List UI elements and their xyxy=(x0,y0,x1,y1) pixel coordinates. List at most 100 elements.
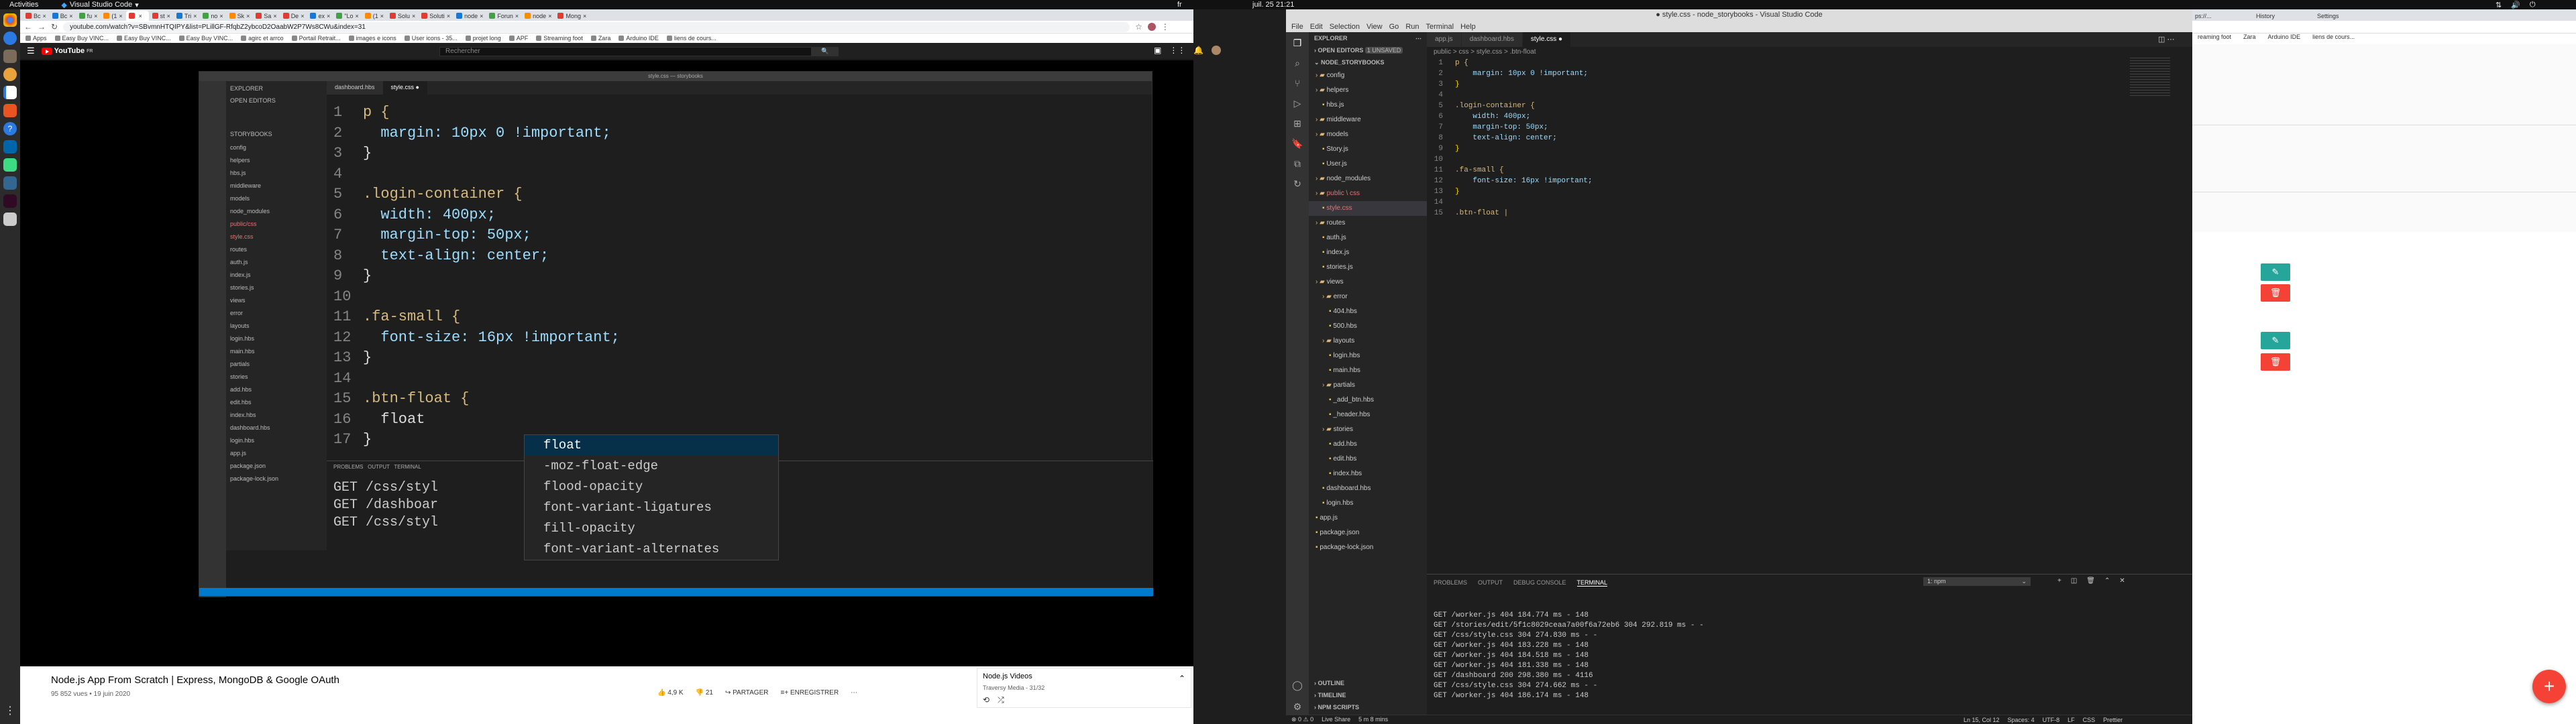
chrome-tab[interactable]: node × xyxy=(453,11,486,21)
autocomplete-item[interactable]: fill-opacity xyxy=(525,518,778,539)
status-item[interactable]: LF xyxy=(2068,717,2075,723)
files-icon[interactable] xyxy=(3,50,17,63)
open-editors-section[interactable]: › OPEN EDITORS 1 UNSAVED xyxy=(1309,44,1427,56)
url-bar[interactable]: youtube.com/watch?v=SBvmnHTQIPY&list=PLi… xyxy=(63,21,1130,32)
video-player[interactable]: style.css — storybooks EXPLORER OPEN EDIT… xyxy=(20,60,1193,666)
tree-file[interactable]: ▪ login.hbs xyxy=(1309,349,1427,363)
bookmark-item[interactable]: Streaming foot xyxy=(536,35,583,42)
tree-file[interactable]: ▪ auth.js xyxy=(1309,231,1427,245)
chrome-tab[interactable]: Solu × xyxy=(387,11,419,21)
autocomplete-item[interactable]: font-variant-alternates xyxy=(525,539,778,560)
bookmark-item[interactable]: projet long xyxy=(466,35,501,42)
bookmark-item[interactable]: Arduino IDE xyxy=(2268,34,2301,43)
playlist-collapse-icon[interactable]: ⌃ xyxy=(1179,674,1185,683)
project-section[interactable]: ⌄ NODE_STORYBOOKS xyxy=(1309,56,1427,68)
tree-file[interactable]: ▪ style.css xyxy=(1309,201,1427,216)
status-item[interactable]: UTF-8 xyxy=(2043,717,2060,723)
kill-terminal-icon[interactable]: 🗑 xyxy=(2086,577,2095,585)
search-icon[interactable]: ⌕ xyxy=(1291,58,1303,68)
chrome-tab[interactable]: node × xyxy=(522,11,555,21)
chrome-icon[interactable] xyxy=(3,13,17,27)
chrome-tab[interactable]: Sk × xyxy=(226,11,253,21)
edit-story-button[interactable]: ✎ xyxy=(2261,332,2290,349)
back-icon[interactable]: ← xyxy=(24,22,32,32)
postgres-icon[interactable] xyxy=(3,176,17,190)
tab-close-icon[interactable]: × xyxy=(43,13,46,19)
like-button[interactable]: 👍 4,9 K xyxy=(657,689,684,697)
bookmark-item[interactable]: Easy Buy VINC... xyxy=(117,35,171,42)
youtube-search-button[interactable]: 🔍 xyxy=(812,47,839,56)
apps-grid-icon[interactable]: ⋮⋮ xyxy=(1169,46,1185,55)
playlist-panel[interactable]: Node.js Videos Traversy Media - 31/32 ⌃ … xyxy=(977,668,1191,708)
tree-folder[interactable]: › ▰ config xyxy=(1309,68,1427,83)
chrome-tab[interactable]: Mong × xyxy=(555,11,590,21)
tab-close-icon[interactable]: × xyxy=(355,13,358,19)
yt-avatar[interactable] xyxy=(1212,46,1222,55)
menu-view[interactable]: View xyxy=(1366,23,1383,31)
chrome-tab[interactable]: "Lo × xyxy=(333,11,362,21)
chrome-tab[interactable]: Bc × xyxy=(23,11,49,21)
tab-close-icon[interactable]: × xyxy=(193,13,197,19)
panel-tab[interactable]: TERMINAL xyxy=(1576,579,1608,587)
bookmark-item[interactable]: User icons - 35... xyxy=(405,35,458,42)
terminal-selector[interactable]: 1: npm ⌄ xyxy=(1923,577,2031,586)
autocomplete-item[interactable]: font-variant-ligatures xyxy=(525,497,778,518)
bookmark-item[interactable]: Arduino IDE xyxy=(619,35,659,42)
youtube-logo[interactable]: YouTube FR xyxy=(41,47,93,55)
tree-file[interactable]: ▪ login.hbs xyxy=(1309,496,1427,511)
tab-close-icon[interactable]: × xyxy=(412,13,415,19)
tree-file[interactable]: ▪ app.js xyxy=(1309,511,1427,526)
tree-file[interactable]: ▪ package-lock.json xyxy=(1309,540,1427,555)
tree-folder[interactable]: › ▰ error xyxy=(1309,290,1427,304)
status-item[interactable]: 5 m 8 mins xyxy=(1358,716,1388,723)
tree-file[interactable]: ▪ User.js xyxy=(1309,157,1427,172)
tree-file[interactable]: ▪ main.hbs xyxy=(1309,363,1427,378)
shuffle-icon[interactable]: ⤮ xyxy=(998,695,1004,705)
tab-close-icon[interactable]: × xyxy=(327,13,330,19)
panel-tab[interactable]: PROBLEMS xyxy=(1434,579,1467,586)
add-story-fab[interactable]: + xyxy=(2532,670,2566,703)
breadcrumb[interactable]: public > css > style.css > .btn-float xyxy=(1427,47,2192,58)
delete-story-button[interactable]: 🗑 xyxy=(2261,353,2290,371)
chrome-tab[interactable]: Tri × xyxy=(173,11,200,21)
unsaved-dot-icon[interactable]: ● xyxy=(1556,36,1562,43)
status-item[interactable]: Ln 15, Col 12 xyxy=(1964,717,2000,723)
tree-file[interactable]: ▪ add.hbs xyxy=(1309,437,1427,452)
maximize-panel-icon[interactable]: ⌃ xyxy=(2104,577,2110,585)
loop-icon[interactable]: ⟲ xyxy=(983,695,989,705)
close-panel-icon[interactable]: ✕ xyxy=(2119,577,2125,585)
editor-tab[interactable]: style.css ● xyxy=(1522,32,1572,47)
chrome-tab[interactable]: Sa × xyxy=(253,11,280,21)
chrome-tab[interactable]: no × xyxy=(200,11,226,21)
chrome2-tab[interactable]: History xyxy=(2253,11,2314,21)
tab-close-icon[interactable]: × xyxy=(380,13,384,19)
clock[interactable]: juil. 25 21:21 xyxy=(1252,1,1294,9)
android-studio-icon[interactable] xyxy=(3,158,17,172)
chrome-tab[interactable]: st × xyxy=(149,11,173,21)
tree-file[interactable]: ▪ stories.js xyxy=(1309,260,1427,275)
terminal-output[interactable]: GET /worker.js 404 184.774 ms - 148 GET /… xyxy=(1427,591,2192,701)
activities-button[interactable]: Activities xyxy=(9,1,38,9)
tree-folder[interactable]: › ▰ partials xyxy=(1309,378,1427,393)
notifications-icon[interactable]: 🔔 xyxy=(1193,46,1203,55)
source-control-icon[interactable]: ⑂ xyxy=(1291,78,1303,88)
bookmark-item[interactable]: Zara xyxy=(591,35,611,42)
youtube-search-input[interactable]: Rechercher xyxy=(439,47,812,56)
explorer-more-icon[interactable]: ⋯ xyxy=(1415,32,1421,44)
bookmark-item[interactable]: liens de cours... xyxy=(2312,34,2355,43)
status-item[interactable]: Prettier xyxy=(2103,717,2123,723)
tab-close-icon[interactable]: × xyxy=(480,13,483,19)
tree-folder[interactable]: › ▰ views xyxy=(1309,275,1427,290)
profile-avatar[interactable] xyxy=(1147,23,1156,31)
star-icon[interactable]: ☆ xyxy=(1135,22,1142,32)
extensions-icon[interactable]: ⊞ xyxy=(1291,118,1303,129)
menu-file[interactable]: File xyxy=(1291,23,1303,31)
menu-terminal[interactable]: Terminal xyxy=(1426,23,1454,31)
chrome-tab[interactable]: Forun × xyxy=(486,11,522,21)
tree-folder[interactable]: › ▰ models xyxy=(1309,127,1427,142)
bookmark-item[interactable]: Easy Buy VINC... xyxy=(179,35,233,42)
keyboard-layout[interactable]: fr xyxy=(1177,1,1182,9)
manage-gear-icon[interactable]: ⚙ xyxy=(1291,701,1303,712)
editor-tab[interactable]: app.js xyxy=(1427,32,1462,47)
menu-go[interactable]: Go xyxy=(1389,23,1399,31)
